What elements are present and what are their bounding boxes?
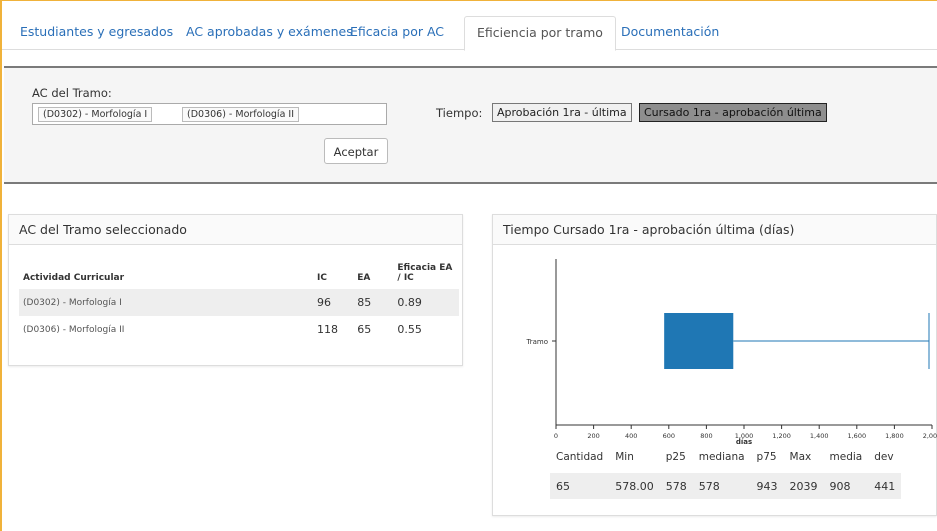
cell-eficacia: 0.89 [393, 289, 459, 316]
x-tick-label: 400 [625, 432, 637, 440]
tiempo-option-aprobacion[interactable]: Aprobación 1ra - última [492, 103, 632, 122]
stat-header: Min [615, 451, 634, 463]
tramo-tag[interactable]: (D0306) - Morfología II [182, 107, 300, 122]
tiempo-panel-title: Tiempo Cursado 1ra - aprobación última (… [493, 215, 936, 245]
x-tick-label: 2,000 [923, 432, 937, 440]
col-ea: EA [357, 273, 371, 283]
stat-header: mediana [698, 451, 745, 463]
stat-value: 943 [750, 473, 784, 499]
ac-table: Actividad Curricular IC EA Eficacia EA /… [19, 263, 459, 343]
cell-actividad: (D0302) - Morfología I [19, 289, 314, 316]
tramo-label: AC del Tramo: [32, 86, 112, 100]
box-iqr [664, 313, 734, 369]
stat-value: 578 [692, 473, 751, 499]
tab-bar: Estudiantes y egresados AC aprobadas y e… [2, 6, 937, 51]
cell-eficacia: 0.55 [397, 323, 422, 336]
table-row: (D0302) - Morfología I 96 85 0.89 [19, 289, 459, 316]
tiempo-option-cursado[interactable]: Cursado 1ra - aprobación última [639, 103, 827, 122]
tab-eficiencia[interactable]: Eficiencia por tramo [464, 16, 616, 51]
stat-header: p75 [756, 451, 777, 463]
y-tick-label: Tramo [525, 338, 548, 346]
boxplot-chart: Tramo0 200 400 600 800 1,000 1,200 1,400 1,600 1,… [525, 259, 937, 446]
x-tick-label: 600 [663, 432, 675, 440]
tramo-multiselect[interactable]: (D0302) - Morfología I (D0306) - Morfolo… [32, 103, 387, 125]
cell-ic: 96 [313, 289, 354, 316]
ac-tramo-panel: AC del Tramo seleccionado Actividad Curr… [8, 214, 463, 366]
tab-ac-aprobadas[interactable]: AC aprobadas y exámenes [186, 16, 353, 50]
tiempo-panel: Tiempo Cursado 1ra - aprobación última (… [492, 214, 937, 516]
x-axis-label: días [736, 438, 752, 446]
ac-tramo-panel-title: AC del Tramo seleccionado [9, 215, 462, 245]
stat-value: 908 [823, 473, 869, 499]
filter-panel: AC del Tramo: (D0302) - Morfología I (D0… [4, 66, 937, 184]
stat-value: 441 [868, 473, 902, 499]
stat-header: p25 [665, 451, 686, 463]
col-ic: IC [317, 273, 327, 283]
stat-value: 578.00 [609, 473, 660, 499]
stats-table: Cantidad Min p25 mediana p75 Max media d… [550, 451, 902, 499]
stat-value: 2039 [783, 473, 824, 499]
cell-ea: 65 [357, 323, 372, 336]
x-tick-label: 1,400 [810, 432, 829, 440]
table-row: (D0306) - Morfología II 118 65 0.55 [19, 316, 459, 343]
cell-actividad: (D0306) - Morfología II [23, 324, 125, 335]
stat-header: Cantidad [556, 451, 604, 463]
x-tick-label: 800 [700, 432, 712, 440]
tab-eficacia[interactable]: Eficacia por AC [350, 16, 444, 50]
col-eficacia: Eficacia EA / IC [397, 263, 453, 283]
accept-button[interactable]: Aceptar [324, 138, 388, 164]
x-tick-label: 1,800 [885, 432, 904, 440]
stat-header: Max [789, 451, 812, 463]
x-tick-label: 1,600 [847, 432, 866, 440]
table-row: 65 578.00 578 578 943 2039 908 441 [550, 473, 902, 499]
tab-estudiantes[interactable]: Estudiantes y egresados [20, 16, 173, 50]
stat-value: 65 [550, 473, 610, 499]
cell-ic: 118 [317, 323, 339, 336]
x-tick-label: 1,200 [772, 432, 791, 440]
stat-header: dev [874, 451, 894, 463]
stat-value: 578 [659, 473, 693, 499]
tramo-tag[interactable]: (D0302) - Morfología I [38, 107, 153, 122]
cell-ea: 85 [353, 289, 394, 316]
col-actividad: Actividad Curricular [23, 273, 125, 283]
tiempo-label: Tiempo: [436, 106, 483, 120]
x-tick-label: 0 [554, 432, 558, 440]
x-tick-label: 200 [587, 432, 599, 440]
stat-header: media [829, 451, 863, 463]
tab-documentacion[interactable]: Documentación [621, 16, 719, 50]
